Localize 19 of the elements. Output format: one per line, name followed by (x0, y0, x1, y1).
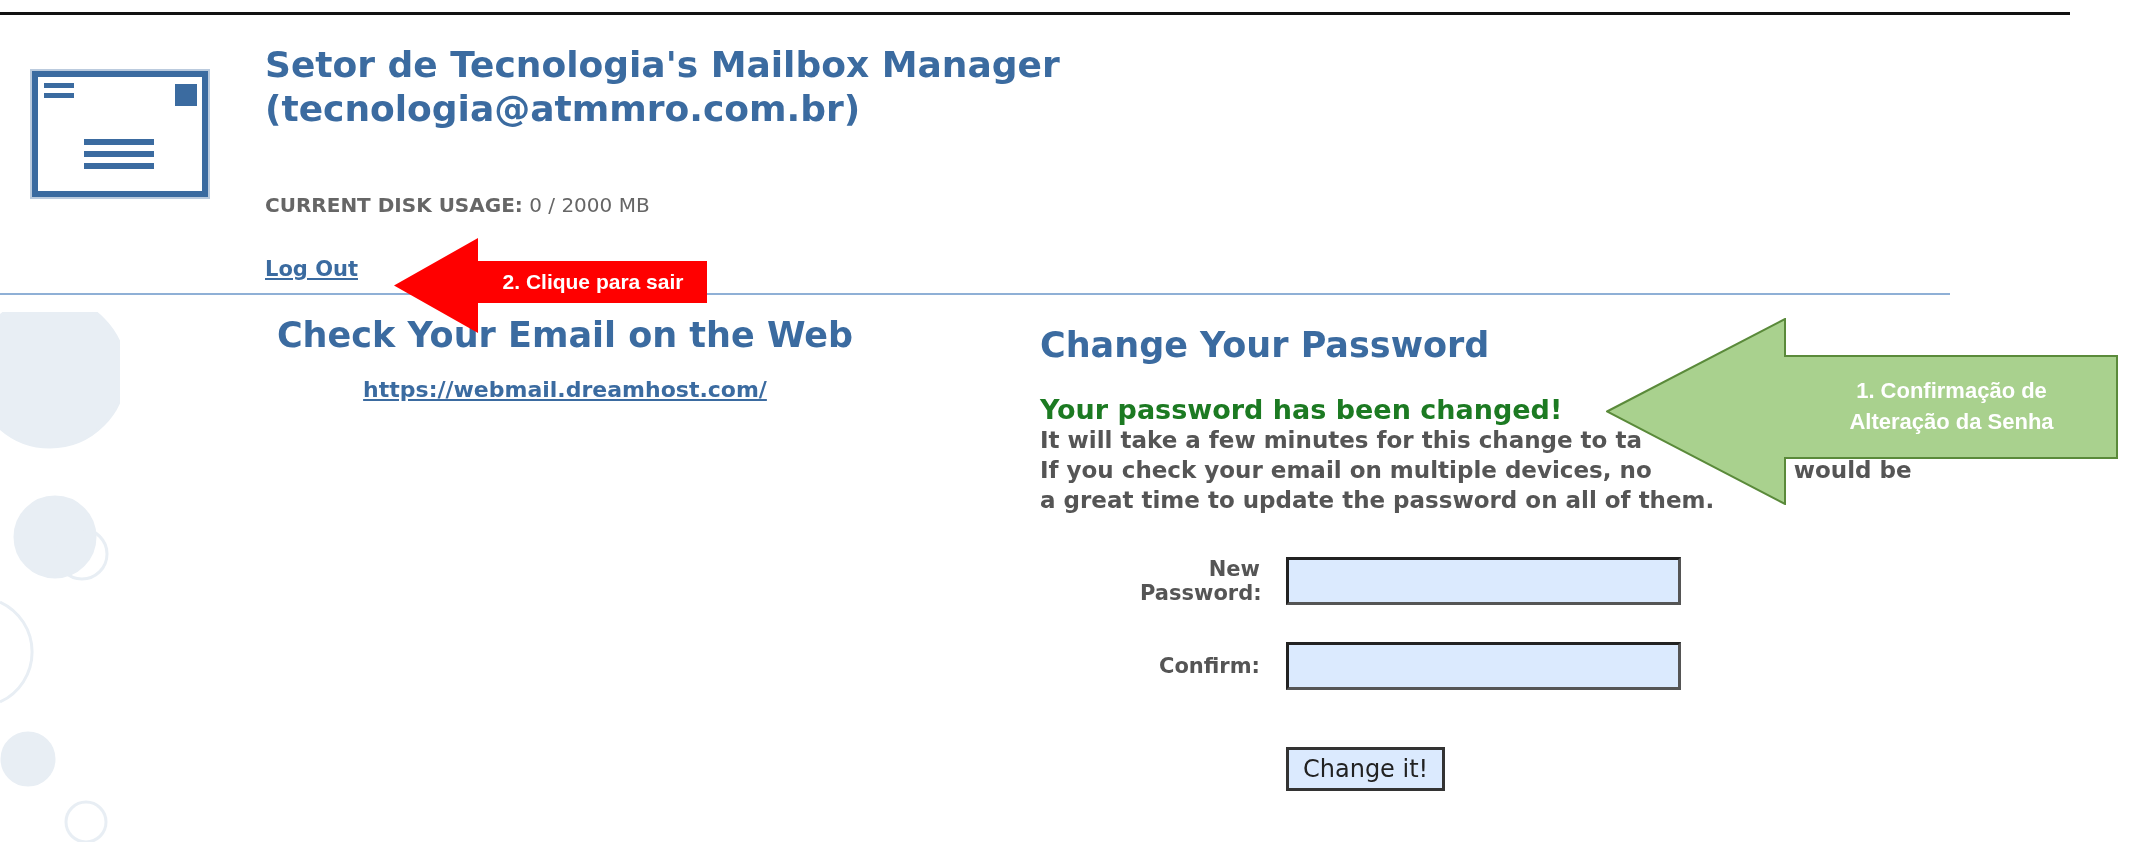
mailbox-title: Setor de Tecnologia's Mailbox Manager (265, 43, 1060, 87)
field-label: Confirm: (1158, 654, 1260, 678)
callout-text: 1. Confirmação de Alteração da Senha (1848, 377, 2055, 436)
password-field[interactable] (1286, 642, 1681, 690)
info-text: would be (1793, 456, 1912, 485)
info-text: It will take a few minutes for this change to ta (1040, 426, 1642, 455)
password-changed-message: Your password has been changed! (1040, 395, 1563, 425)
webmail-heading: Check Your Email on the Web (276, 315, 854, 355)
password-heading: Change Your Password (1040, 325, 1491, 365)
webmail-link[interactable]: https://webmail.dreamhost.com/ (363, 377, 767, 402)
info-text: a great time to update the password on all of them. (1040, 486, 1715, 515)
password-field[interactable] (1286, 557, 1681, 605)
callout-text: 2. Clique para sair (502, 269, 684, 296)
field-label: New Password: (1140, 557, 1260, 605)
mailbox-address: (tecnologia@atmmro.com.br) (265, 87, 861, 131)
disk-usage-text: CURRENT DISK USAGE: 0 / 2000 MB (265, 193, 650, 217)
log-out-link[interactable]: Log Out (265, 257, 358, 281)
change-it-button[interactable]: Change it! (1286, 747, 1446, 791)
info-text: If you check your email on multiple devices, no (1040, 456, 1652, 485)
